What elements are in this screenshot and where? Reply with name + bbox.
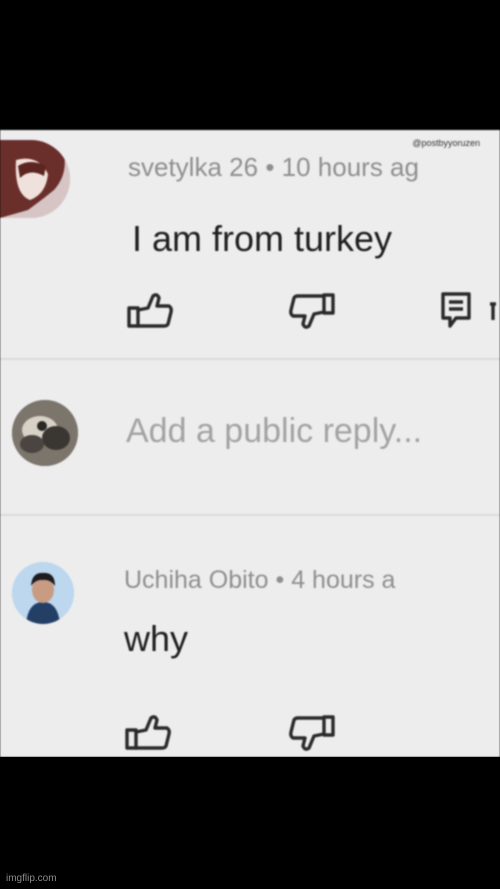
comment-text: I am from turkey xyxy=(132,218,393,259)
bottom-black-band xyxy=(0,757,500,889)
top-black-band xyxy=(0,0,500,130)
watermark-text: @postbyyoruzen xyxy=(412,138,480,148)
comment-meta: svetylka 26 • 10 hours ag xyxy=(128,152,419,183)
comment-time: 10 hours ag xyxy=(281,152,419,182)
meta-separator: • xyxy=(265,152,275,182)
comment-author[interactable]: Uchiha Obito xyxy=(124,566,269,594)
avatar xyxy=(12,400,78,466)
comment-meta: Uchiha Obito • 4 hours a xyxy=(124,566,395,595)
thumbs-down-icon[interactable] xyxy=(288,292,336,332)
meta-separator: • xyxy=(275,566,285,594)
comments-panel: @postbyyoruzen svetylka 26 • 10 hours ag… xyxy=(0,130,500,757)
comment-text: why xyxy=(124,618,189,659)
divider xyxy=(0,358,500,360)
thumbs-up-icon[interactable] xyxy=(124,712,172,752)
reply-icon[interactable] xyxy=(440,290,500,330)
comment-time: 4 hours a xyxy=(291,566,396,594)
thumbs-down-icon[interactable] xyxy=(288,714,336,754)
reply-input[interactable]: Add a public reply... xyxy=(126,412,422,451)
imgflip-credit: imgflip.com xyxy=(6,873,57,884)
thumbs-up-icon[interactable] xyxy=(126,290,174,330)
divider xyxy=(0,514,500,516)
avatar[interactable] xyxy=(0,140,70,218)
comment-author[interactable]: svetylka 26 xyxy=(128,152,258,182)
avatar[interactable] xyxy=(12,562,74,624)
